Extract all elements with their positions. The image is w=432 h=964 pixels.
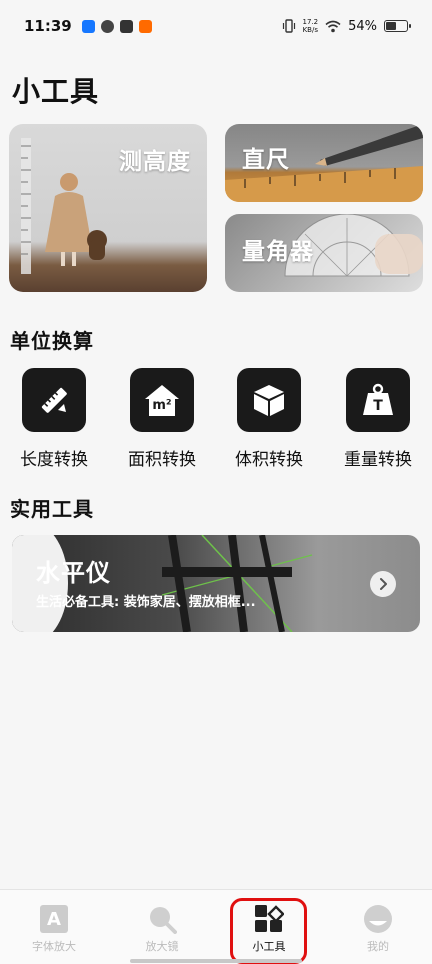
bottom-tab-bar: A 字体放大 放大镜 小工具 我的 [0,889,432,964]
net-speed-value: 17.2 [302,18,319,26]
status-bar: 11:39 17.2 KB/s 54% [0,0,432,52]
spirit-level-subtitle: 生活必备工具: 装饰家居、摆放相框... [36,595,256,610]
page-title: 小工具 [12,75,100,108]
status-time: 11:39 [24,17,72,35]
area-icon-text: m² [152,397,172,413]
length-conversion-button[interactable]: 长度转换 [9,368,99,470]
tab-profile-label: 我的 [367,940,389,953]
protractor-card-label: 量角器 [242,239,314,265]
battery-fill [386,22,396,30]
practical-tools-title: 实用工具 [10,497,94,521]
status-right: 17.2 KB/s 54% [282,18,411,34]
font-enlarge-icon: A [39,904,69,934]
tab-font-enlarge[interactable]: A 字体放大 [14,904,94,954]
alipay-notification-icon [81,19,95,33]
taobao-notification-icon [138,19,152,33]
battery-icon [384,20,411,32]
area-conversion-label: 面积转换 [128,450,196,470]
vibrate-icon [282,19,295,33]
net-speed: 17.2 KB/s [303,18,319,34]
tab-font-enlarge-label: 字体放大 [32,940,76,953]
wifi-icon [325,20,341,32]
weight-icon: T [346,368,410,432]
weight-icon-text: T [373,398,383,414]
volume-conversion-label: 体积转换 [235,450,303,470]
home-indicator [130,959,302,963]
active-tab-highlight [230,898,307,964]
house-area-icon: m² [130,368,194,432]
height-measure-card[interactable]: 测高度 [9,124,207,292]
weight-conversion-button[interactable]: T 重量转换 [333,368,423,470]
area-conversion-button[interactable]: m² 面积转换 [117,368,207,470]
length-conversion-label: 长度转换 [20,450,88,470]
spirit-level-card[interactable]: 水平仪 生活必备工具: 装饰家居、摆放相框... [12,535,420,632]
mail-notification-icon [119,19,133,33]
ruler-pencil-icon [22,368,86,432]
unit-conversion-title: 单位换算 [10,329,94,353]
status-left: 11:39 [24,17,152,35]
cube-icon [237,368,301,432]
chevron-right-icon[interactable] [370,571,396,597]
magnifier-icon [147,904,177,934]
font-enlarge-glyph: A [40,905,68,933]
tab-magnifier[interactable]: 放大镜 [122,904,202,954]
tab-profile[interactable]: 我的 [338,904,418,954]
volume-conversion-button[interactable]: 体积转换 [224,368,314,470]
app-notification-icon [100,19,114,33]
net-speed-unit: KB/s [302,26,318,34]
spirit-level-title: 水平仪 [36,559,111,587]
ruler-card[interactable]: 直尺 [225,124,423,202]
profile-icon [363,904,393,934]
ruler-card-label: 直尺 [242,147,290,173]
protractor-card[interactable]: 量角器 [225,214,423,292]
height-card-label: 测高度 [119,149,191,175]
weight-conversion-label: 重量转换 [344,450,412,470]
tab-magnifier-label: 放大镜 [145,940,179,953]
battery-percent: 54% [348,18,377,34]
